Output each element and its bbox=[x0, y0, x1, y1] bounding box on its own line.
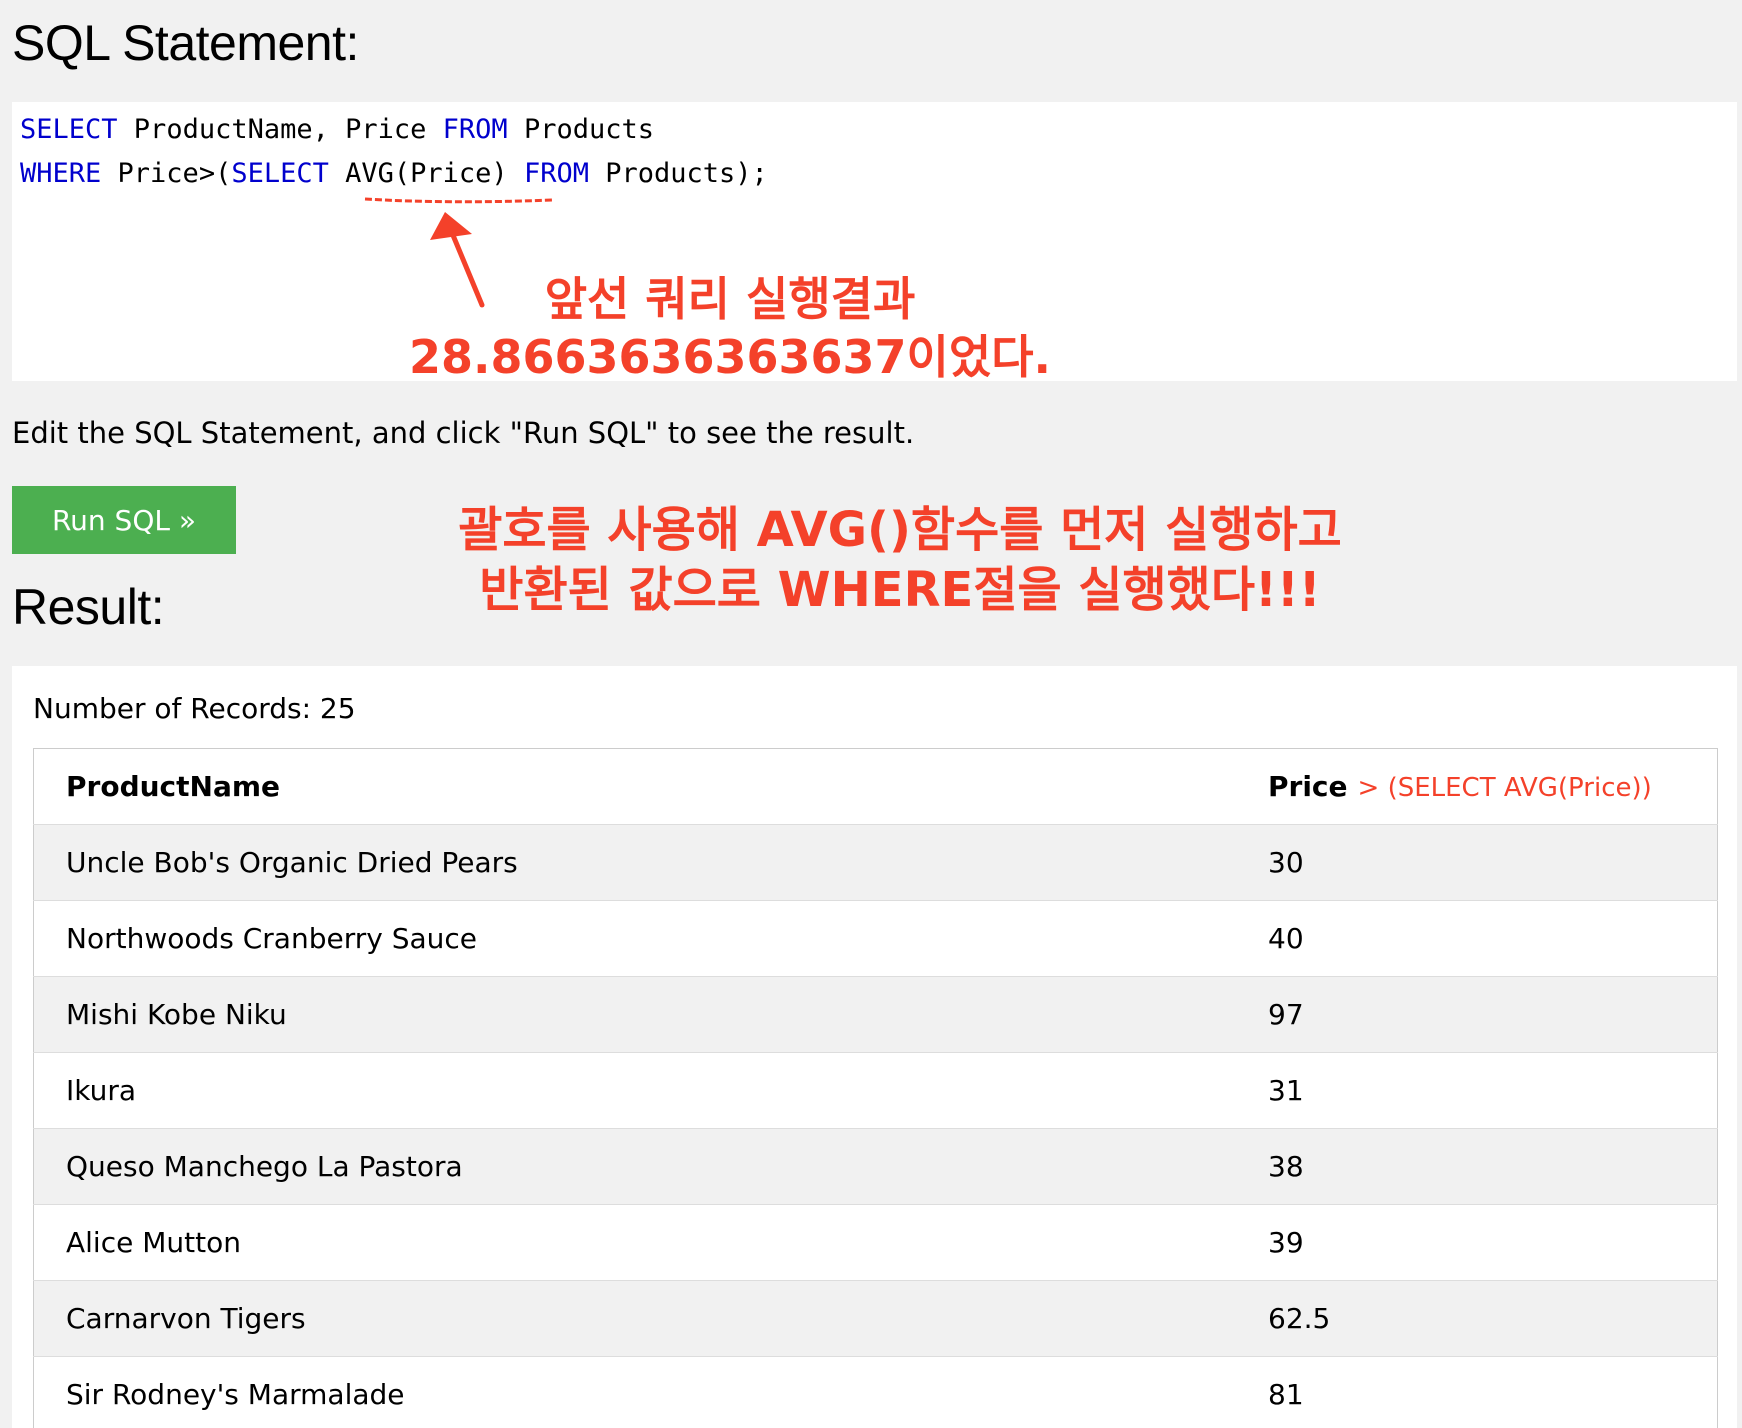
cell-productname: Alice Mutton bbox=[33, 1204, 1236, 1281]
explanation-line-1: 괄호를 사용해 AVG()함수를 먼저 실행하고 bbox=[458, 502, 1342, 558]
cell-productname: Ikura bbox=[33, 1052, 1236, 1129]
cell-price: 38 bbox=[1236, 1128, 1718, 1205]
cell-productname: Sir Rodney's Marmalade bbox=[33, 1356, 1236, 1428]
avg-annotation-line-2: 28.8663636363637이었다. bbox=[408, 330, 1051, 384]
sql-code-line-2: WHERE Price>(SELECT AVG(Price) FROM Prod… bbox=[20, 158, 768, 189]
subquery-explanation-annotation: 괄호를 사용해 AVG()함수를 먼저 실행하고 반환된 값으로 WHERE절을… bbox=[430, 500, 1370, 620]
price-header-label: Price bbox=[1268, 770, 1348, 803]
cell-price: 39 bbox=[1236, 1204, 1718, 1281]
sql-statement-heading: SQL Statement: bbox=[12, 15, 359, 71]
table-header-row: ProductName Price > (SELECT AVG(Price)) bbox=[33, 748, 1718, 825]
sql-keyword: FROM bbox=[442, 114, 508, 145]
table-row: Uncle Bob's Organic Dried Pears 30 bbox=[33, 824, 1718, 901]
column-header-price: Price > (SELECT AVG(Price)) bbox=[1236, 748, 1718, 825]
sql-code-line-1: SELECT ProductName, Price FROM Products bbox=[20, 114, 654, 145]
run-sql-button[interactable]: Run SQL » bbox=[12, 486, 236, 554]
sql-text: Products); bbox=[588, 158, 768, 189]
table-row: Carnarvon Tigers 62.5 bbox=[33, 1280, 1718, 1357]
sql-text: ProductName, Price bbox=[117, 114, 443, 145]
cell-productname: Carnarvon Tigers bbox=[33, 1280, 1236, 1357]
sql-keyword: SELECT bbox=[20, 114, 118, 145]
result-table: ProductName Price > (SELECT AVG(Price)) U… bbox=[33, 748, 1718, 1428]
column-header-productname: ProductName bbox=[33, 748, 1236, 825]
table-row: Alice Mutton 39 bbox=[33, 1204, 1718, 1281]
table-row: Ikura 31 bbox=[33, 1052, 1718, 1129]
explanation-line-2: 반환된 값으로 WHERE절을 실행했다!!! bbox=[479, 562, 1321, 618]
cell-productname: Queso Manchego La Pastora bbox=[33, 1128, 1236, 1205]
avg-annotation-line-1: 앞선 쿼리 실행결과 bbox=[544, 272, 916, 326]
sql-keyword: FROM bbox=[523, 158, 589, 189]
sql-text: AVG(Price) bbox=[328, 158, 524, 189]
price-condition-annotation: > (SELECT AVG(Price)) bbox=[1357, 773, 1652, 803]
cell-price: 40 bbox=[1236, 900, 1718, 977]
table-row: Queso Manchego La Pastora 38 bbox=[33, 1128, 1718, 1205]
table-row: Mishi Kobe Niku 97 bbox=[33, 976, 1718, 1053]
result-table-body: Uncle Bob's Organic Dried Pears 30 Northwo… bbox=[33, 824, 1718, 1428]
cell-price: 81 bbox=[1236, 1356, 1718, 1428]
cell-productname: Mishi Kobe Niku bbox=[33, 976, 1236, 1053]
cell-productname: Uncle Bob's Organic Dried Pears bbox=[33, 824, 1236, 901]
result-heading: Result: bbox=[12, 579, 165, 635]
table-row: Northwoods Cranberry Sauce 40 bbox=[33, 900, 1718, 977]
sql-keyword: SELECT bbox=[231, 158, 329, 189]
instruction-text: Edit the SQL Statement, and click "Run S… bbox=[12, 416, 915, 450]
table-row: Sir Rodney's Marmalade 81 bbox=[33, 1356, 1718, 1428]
sql-keyword: WHERE bbox=[20, 158, 102, 189]
avg-result-annotation: 앞선 쿼리 실행결과 28.8663636363637이었다. bbox=[380, 270, 1080, 386]
result-panel: Number of Records: 25 ProductName Price >… bbox=[12, 666, 1737, 1428]
cell-price: 97 bbox=[1236, 976, 1718, 1053]
sql-text: Price>( bbox=[101, 158, 232, 189]
sql-text: Products bbox=[507, 114, 654, 145]
cell-productname: Northwoods Cranberry Sauce bbox=[33, 900, 1236, 977]
cell-price: 31 bbox=[1236, 1052, 1718, 1129]
cell-price: 30 bbox=[1236, 824, 1718, 901]
record-count: Number of Records: 25 bbox=[33, 692, 356, 725]
cell-price: 62.5 bbox=[1236, 1280, 1718, 1357]
